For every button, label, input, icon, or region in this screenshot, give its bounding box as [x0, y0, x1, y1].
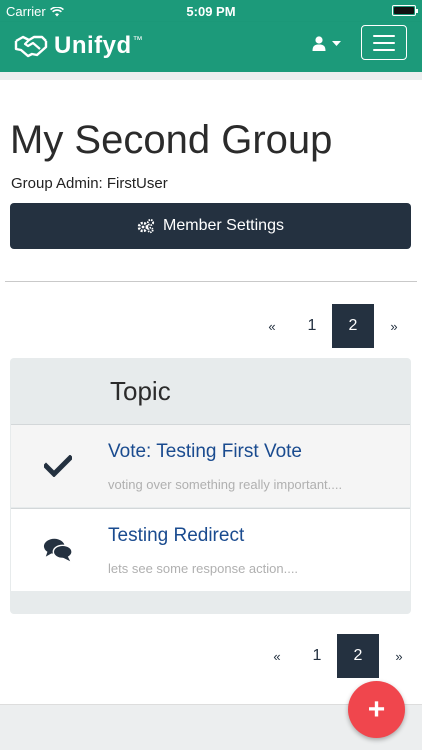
comments-icon	[43, 537, 73, 563]
pagination-page-1[interactable]: 1	[297, 634, 337, 678]
pagination-page-2-active[interactable]: 2	[337, 634, 379, 678]
hamburger-bar	[373, 48, 395, 51]
member-settings-button[interactable]: Member Settings	[10, 203, 411, 249]
navbar-separator	[0, 72, 422, 80]
status-bar: Carrier 5:09 PM	[0, 0, 422, 22]
add-topic-fab-button[interactable]: +	[348, 681, 405, 738]
plus-icon: +	[367, 692, 386, 726]
topic-title-link[interactable]: Testing Redirect	[108, 525, 244, 547]
topics-header: Topic	[110, 376, 171, 406]
topics-table: Topic Vote: Testing First Vote voting ov…	[10, 358, 411, 614]
user-menu-toggle[interactable]	[312, 36, 341, 51]
topic-title-link[interactable]: Vote: Testing First Vote	[108, 441, 302, 463]
member-settings-label: Member Settings	[163, 217, 284, 234]
caret-down-icon	[332, 41, 341, 46]
clock: 5:09 PM	[186, 4, 236, 19]
hamburger-bar	[373, 41, 395, 44]
page-title: My Second Group	[10, 118, 333, 162]
pagination-page-2-active[interactable]: 2	[332, 304, 374, 348]
brand-trademark: ™	[132, 34, 143, 46]
topic-description: lets see some response action....	[108, 561, 299, 576]
handshake-icon	[14, 35, 48, 58]
pagination-page-1[interactable]: 1	[292, 304, 332, 348]
brand-logo[interactable]: Unifyd ™	[14, 32, 143, 60]
hamburger-bar	[373, 34, 395, 37]
pagination-prev[interactable]: «	[257, 634, 297, 678]
topic-description: voting over something really important..…	[108, 477, 343, 492]
top-navbar: Unifyd ™	[0, 22, 422, 72]
pagination-bottom: « 1 2 »	[257, 634, 419, 678]
user-icon	[312, 36, 326, 51]
battery-icon	[392, 5, 418, 16]
topic-row[interactable]: Vote: Testing First Vote voting over som…	[11, 424, 410, 507]
pagination-next[interactable]: »	[374, 304, 414, 348]
group-admin-label: Group Admin: FirstUser	[11, 175, 168, 192]
brand-name: Unifyd	[54, 32, 132, 59]
checkmark-icon	[43, 453, 73, 479]
pagination-prev[interactable]: «	[252, 304, 292, 348]
section-divider	[5, 281, 417, 282]
topic-row[interactable]: Testing Redirect lets see some response …	[11, 508, 410, 591]
gears-icon	[137, 218, 155, 234]
pagination-top: « 1 2 »	[252, 304, 414, 348]
hamburger-menu-button[interactable]	[361, 25, 407, 60]
pagination-next[interactable]: »	[379, 634, 419, 678]
